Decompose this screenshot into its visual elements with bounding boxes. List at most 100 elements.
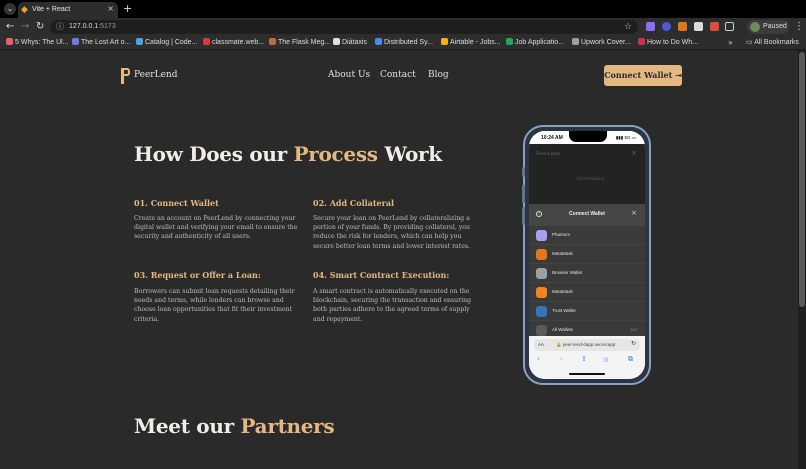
text-size-button[interactable]: AA — [538, 342, 544, 347]
bookmark-item[interactable]: The Flask Meg... — [269, 37, 330, 49]
address-bar[interactable]: ⓘ 127.0.0.1:5173 ☆ — [50, 20, 638, 34]
wallet-option[interactable]: MetaMask — [529, 245, 645, 264]
wallet-option[interactable]: MetaMask — [529, 283, 645, 302]
phone-notch — [569, 131, 607, 142]
bookmark-item[interactable]: Catalog | Code... — [136, 37, 197, 49]
bookmark-item[interactable]: Job Applicatio... — [506, 37, 564, 49]
bookmark-item[interactable]: Upwork Cover... — [572, 37, 631, 49]
browser-wallet-icon — [536, 268, 547, 279]
metamask-icon — [536, 287, 547, 298]
modal-close-icon[interactable]: × — [631, 209, 637, 217]
app-logo: PeerLend — [536, 151, 561, 157]
more-bookmarks-button[interactable]: » — [728, 37, 733, 49]
phone-screen: 10:24 AM ▮▮▮ 5G ▭ PeerLend × Governance … — [529, 131, 645, 379]
mobile-bookmarks-icon[interactable]: ▯▯ — [603, 357, 609, 363]
wallet-option[interactable]: Browser Wallet — [529, 264, 645, 283]
browser-menu-icon[interactable]: ⋮ — [794, 20, 804, 34]
bookmark-item[interactable]: classmate.web... — [203, 37, 264, 49]
bookmark-star-icon[interactable]: ☆ — [624, 21, 632, 33]
phone-status-bar: 10:24 AM ▮▮▮ 5G ▭ — [529, 131, 645, 144]
folder-icon: ▭ — [746, 39, 755, 46]
url-text: 127.0.0.1:5173 — [69, 23, 116, 30]
mobile-address-bar[interactable]: AA 🔒 peer-lend-dapp.vercel.app ↻ — [534, 339, 640, 351]
page-scrollbar[interactable] — [798, 50, 806, 469]
home-indicator — [569, 373, 605, 375]
phone-side-button — [522, 207, 525, 225]
mobile-forward-icon[interactable]: › — [560, 355, 563, 363]
app-menu-close-icon[interactable]: × — [631, 149, 637, 157]
step-title: 01. Connect Wallet — [134, 198, 219, 208]
step-body: Create an account on PeerLend by connect… — [134, 215, 298, 241]
bookmark-favicon-icon — [375, 38, 382, 45]
modal-title: Connect Wallet — [569, 211, 605, 217]
step-body: A smart contract is automatically execut… — [313, 288, 472, 323]
wallet-option[interactable]: Trust Wallet — [529, 302, 645, 321]
extension-icon[interactable] — [710, 22, 719, 31]
forward-icon[interactable]: → — [21, 20, 29, 34]
tab-title: Vite + React — [32, 6, 71, 13]
new-tab-button[interactable]: + — [123, 2, 132, 15]
site-info-icon[interactable]: ⓘ — [56, 21, 64, 33]
profile-status: Paused — [763, 23, 787, 30]
signal-battery-icon: ▮▮▮ 5G ▭ — [615, 135, 636, 140]
bookmark-item[interactable]: How to Do Wh... — [638, 37, 698, 49]
extensions-puzzle-icon[interactable] — [725, 22, 734, 31]
mobile-tabs-icon[interactable]: ⧉ — [628, 355, 633, 364]
metamask-icon — [536, 249, 547, 260]
bookmark-favicon-icon — [506, 38, 513, 45]
modal-header: ? Connect Wallet × — [529, 204, 645, 226]
avatar — [750, 22, 760, 32]
nav-contact[interactable]: Contact — [380, 70, 416, 80]
wallet-label: Phantom — [552, 232, 571, 237]
all-wallets-icon — [536, 325, 547, 336]
connect-wallet-modal: ? Connect Wallet × Phantom MetaMask Brow… — [529, 204, 645, 349]
wallet-label: MetaMask — [552, 289, 573, 294]
step-body: Secure your loan on PeerLend by collater… — [313, 215, 471, 250]
mobile-reload-icon[interactable]: ↻ — [631, 340, 636, 347]
wallet-label: Browser Wallet — [552, 270, 583, 275]
process-heading: How Does our Process Work — [134, 142, 442, 166]
bookmark-favicon-icon — [72, 38, 79, 45]
active-tab[interactable]: ◆ Vite + React × — [18, 2, 118, 18]
mobile-share-icon[interactable]: ⇪ — [581, 355, 587, 363]
phone-time: 10:24 AM — [541, 135, 563, 141]
nav-about-us[interactable]: About Us — [328, 70, 370, 80]
wallet-label: Trust Wallet — [552, 308, 576, 313]
mobile-url-text: 🔒 peer-lend-dapp.vercel.app — [556, 342, 616, 347]
bookmark-item[interactable]: Diátaxis — [333, 37, 367, 49]
bookmark-item[interactable]: Airtable - Jobs... — [441, 37, 501, 49]
wallet-label: MetaMask — [552, 251, 573, 256]
tab-search-button[interactable]: ⌄ — [4, 3, 16, 15]
bookmark-favicon-icon — [333, 38, 340, 45]
back-icon[interactable]: ← — [6, 20, 14, 34]
bookmark-favicon-icon — [136, 38, 143, 45]
bookmark-favicon-icon — [441, 38, 448, 45]
extension-icon[interactable] — [694, 22, 703, 31]
step-title: 03. Request or Offer a Loan: — [134, 270, 261, 280]
vite-favicon-icon: ◆ — [21, 5, 28, 15]
browser-toolbar: ← → ↻ ⓘ 127.0.0.1:5173 ☆ Paused ⋮ — [0, 18, 806, 36]
wallet-option[interactable]: Phantom — [529, 226, 645, 245]
mobile-back-icon[interactable]: ‹ — [537, 355, 540, 363]
bookmark-item[interactable]: Distributed Sy... — [375, 37, 433, 49]
bookmark-favicon-icon — [638, 38, 645, 45]
wallet-label: All Wallets — [552, 327, 573, 332]
profile-button[interactable]: Paused — [747, 20, 789, 34]
nav-blog[interactable]: Blog — [428, 70, 449, 80]
extension-icon[interactable] — [646, 22, 655, 31]
scrollbar-thumb[interactable] — [799, 52, 805, 307]
site-logo-text: PeerLend — [134, 70, 178, 80]
reload-icon[interactable]: ↻ — [36, 20, 44, 34]
phantom-icon — [536, 230, 547, 241]
step-body: Borrowers can submit loan requests detai… — [134, 288, 295, 323]
partners-heading: Meet our Partners — [134, 414, 335, 438]
bookmark-item[interactable]: 5 Whys: The Ul... — [6, 37, 69, 49]
app-background: PeerLend × Governance ? Connect Wallet ×… — [529, 144, 645, 349]
tab-close-icon[interactable]: × — [107, 3, 114, 15]
metamask-extension-icon[interactable] — [678, 22, 687, 31]
connect-wallet-button[interactable]: Connect Wallet ⇥ — [604, 65, 682, 86]
extension-icon[interactable] — [662, 22, 671, 31]
tab-strip: ⌄ ◆ Vite + React × + — [0, 0, 806, 18]
bookmark-item[interactable]: The Lost Art o... — [72, 37, 130, 49]
all-bookmarks-button[interactable]: ▭ All Bookmarks — [746, 37, 799, 49]
